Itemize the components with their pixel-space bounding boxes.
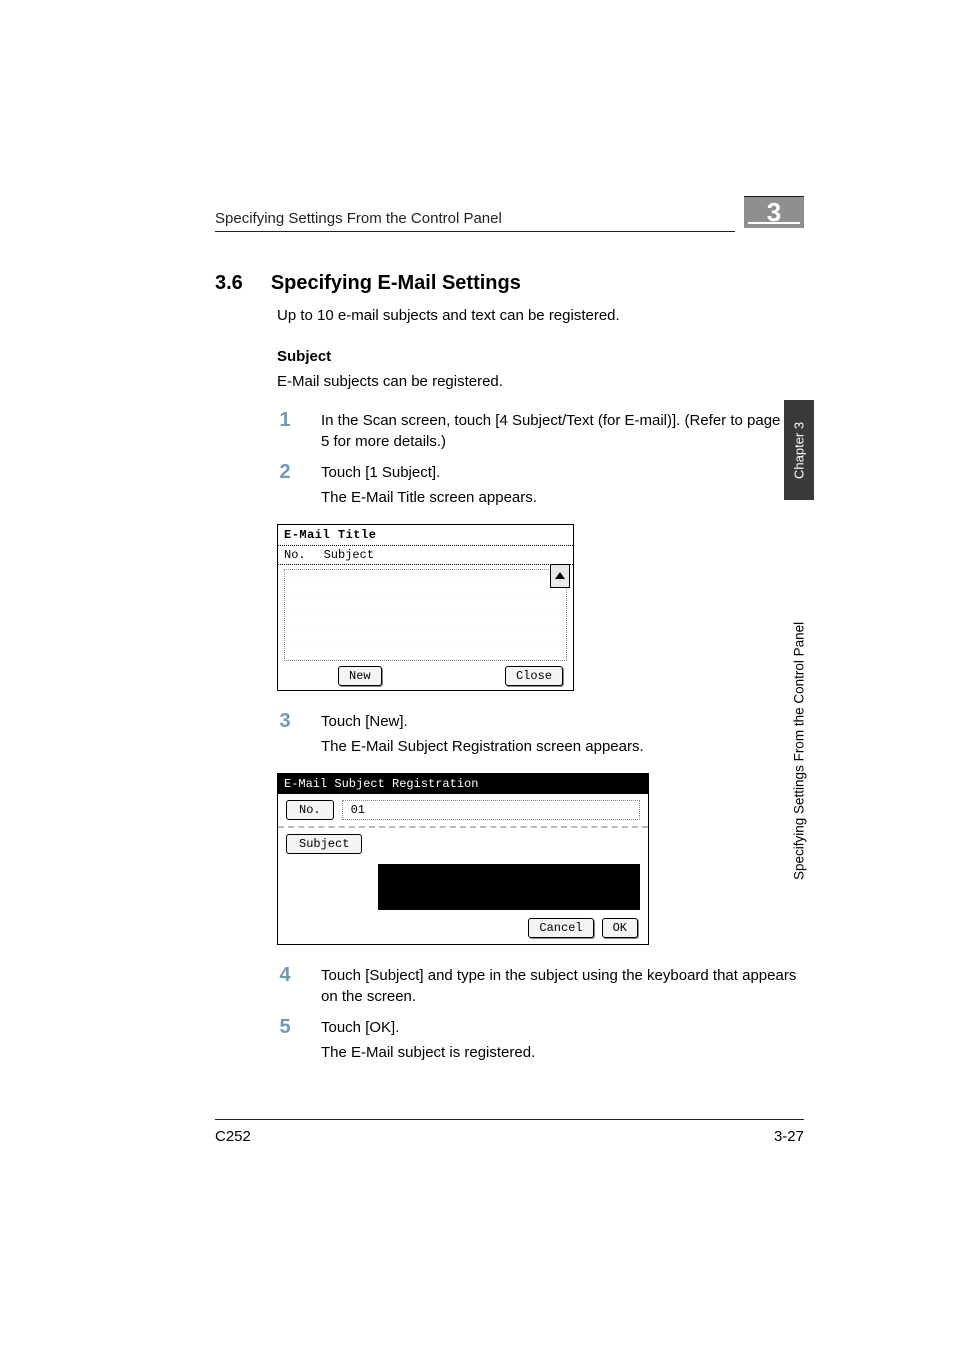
panel-title: E-Mail Title bbox=[278, 525, 573, 546]
step-number: 2 bbox=[277, 462, 293, 482]
section-title: Specifying E-Mail Settings bbox=[271, 272, 521, 295]
close-button[interactable]: Close bbox=[505, 666, 563, 686]
step-text: In the Scan screen, touch [4 Subject/Tex… bbox=[321, 410, 804, 452]
step-text: Touch [New]. bbox=[321, 711, 804, 732]
step-number: 4 bbox=[277, 965, 293, 985]
rule bbox=[215, 231, 735, 232]
panel-title: E-Mail Subject Registration bbox=[278, 774, 648, 794]
step-number: 3 bbox=[277, 711, 293, 731]
running-head: Specifying Settings From the Control Pan… bbox=[215, 210, 804, 231]
screenshot-email-title: E-Mail Title No. Subject New Close bbox=[277, 524, 574, 691]
step-3: 3 Touch [New]. bbox=[277, 711, 804, 732]
step-text: Touch [1 Subject]. bbox=[321, 462, 804, 483]
step-number: 1 bbox=[277, 410, 293, 430]
step-text: Touch [Subject] and type in the subject … bbox=[321, 965, 804, 1007]
section-number: 3.6 bbox=[215, 272, 243, 295]
subject-button[interactable]: Subject bbox=[286, 834, 362, 854]
step-number: 5 bbox=[277, 1017, 293, 1037]
step-5-sub: The E-Mail subject is registered. bbox=[321, 1044, 804, 1061]
step-text: Touch [OK]. bbox=[321, 1017, 804, 1038]
chapter-marker: 3 bbox=[744, 196, 804, 228]
step-2-sub: The E-Mail Title screen appears. bbox=[321, 489, 804, 506]
side-tab-title: Specifying Settings From the Control Pan… bbox=[784, 520, 814, 880]
col-no: No. bbox=[284, 548, 306, 562]
step-2: 2 Touch [1 Subject]. bbox=[277, 462, 804, 483]
title-list[interactable] bbox=[284, 569, 567, 661]
scroll-up-icon[interactable] bbox=[550, 564, 570, 588]
footer-page: 3-27 bbox=[774, 1128, 804, 1145]
col-subject: Subject bbox=[324, 548, 374, 562]
new-button[interactable]: New bbox=[338, 666, 382, 686]
footer-model: C252 bbox=[215, 1128, 251, 1145]
step-4: 4 Touch [Subject] and type in the subjec… bbox=[277, 965, 804, 1007]
section-intro: Up to 10 e-mail subjects and text can be… bbox=[277, 307, 804, 324]
cancel-button[interactable]: Cancel bbox=[528, 918, 593, 938]
no-label: No. bbox=[286, 800, 334, 820]
side-tab-chapter: Chapter 3 bbox=[784, 400, 814, 500]
step-5: 5 Touch [OK]. bbox=[277, 1017, 804, 1038]
step-3-sub: The E-Mail Subject Registration screen a… bbox=[321, 738, 804, 755]
subsection-desc: E-Mail subjects can be registered. bbox=[277, 373, 804, 390]
subject-input[interactable] bbox=[378, 864, 640, 910]
step-1: 1 In the Scan screen, touch [4 Subject/T… bbox=[277, 410, 804, 452]
subsection-heading: Subject bbox=[277, 348, 804, 365]
no-value: 01 bbox=[351, 803, 365, 817]
screenshot-subject-registration: E-Mail Subject Registration No. 01 Subje… bbox=[277, 773, 649, 945]
ok-button[interactable]: OK bbox=[602, 918, 638, 938]
